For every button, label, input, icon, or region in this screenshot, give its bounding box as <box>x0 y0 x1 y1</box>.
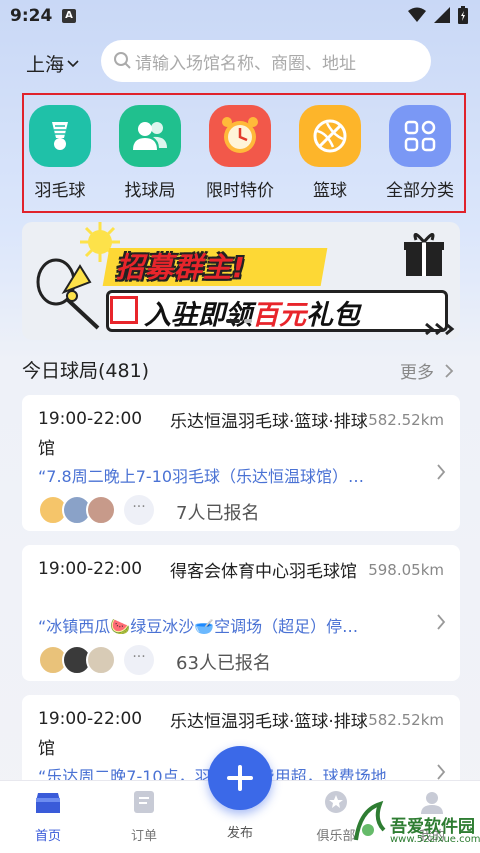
category-grid: 羽毛球 找球局 限时特价 篮球 全部分类 <box>22 93 466 213</box>
search-icon <box>114 52 131 69</box>
category-label: 找球局 <box>124 181 176 201</box>
category-badminton[interactable]: 羽毛球 <box>20 105 100 201</box>
signal-icon <box>434 7 450 23</box>
order-icon <box>134 791 154 813</box>
signup-count: 7人已报名 <box>176 503 260 524</box>
chevron-right-icon <box>445 363 454 378</box>
publish-button[interactable] <box>208 746 272 810</box>
publish-label: 发布 <box>226 826 253 841</box>
wifi-icon <box>408 7 426 22</box>
chevron-right-icon <box>437 764 446 780</box>
category-label: 限时特价 <box>206 181 274 201</box>
banner-text-a: 入驻即领 <box>144 300 252 331</box>
watermark: 吾爱软件园 www.52zixue.com <box>350 800 480 850</box>
watermark-url: www.52zixue.com <box>390 834 480 845</box>
more-label: 更多 <box>400 363 434 383</box>
signup-count: 63人已报名 <box>176 653 271 674</box>
battery-icon <box>458 6 468 24</box>
category-label: 羽毛球 <box>34 181 86 201</box>
section-header: 今日球局(481) 更多 <box>22 356 458 384</box>
game-venue: 乐达恒温羽毛球·篮球·排球馆 <box>38 712 368 759</box>
search-placeholder: 请输入场馆名称、商圈、地址 <box>135 53 356 74</box>
game-venue: 乐达恒温羽毛球·篮球·排球馆 <box>38 412 368 459</box>
basketball-icon <box>299 105 361 167</box>
tab-home[interactable]: 首页 <box>18 789 78 844</box>
category-label: 篮球 <box>313 181 347 201</box>
chevron-right-icon <box>437 614 446 630</box>
notification-icon: A <box>62 9 76 23</box>
category-all[interactable]: 全部分类 <box>380 105 460 201</box>
home-icon <box>36 793 60 813</box>
promo-banner[interactable]: 招募群主! 入驻即领百元礼包 <box>22 222 460 340</box>
search-input[interactable]: 请输入场馆名称、商圈、地址 <box>101 40 431 82</box>
badminton-racket-icon <box>36 258 100 330</box>
badminton-icon <box>29 105 91 167</box>
chevron-down-icon <box>67 59 79 67</box>
club-icon <box>325 791 347 813</box>
city-label: 上海 <box>26 54 65 76</box>
chevron-right-icon <box>437 464 446 480</box>
alarm-clock-icon <box>209 105 271 167</box>
game-distance: 582.52km <box>368 411 444 429</box>
gift-icon <box>404 233 444 276</box>
people-icon <box>119 105 181 167</box>
avatar <box>86 495 116 525</box>
status-time: 9:24 <box>10 6 53 26</box>
game-description: “7.8周二晚上7-10羽毛球（乐达恒温球馆）… <box>38 467 365 486</box>
participant-avatars: ··· <box>38 495 154 525</box>
grid-icon <box>389 105 451 167</box>
tab-label: 首页 <box>34 829 61 844</box>
category-basketball[interactable]: 篮球 <box>290 105 370 201</box>
game-card[interactable]: 19:00-22:00 乐达恒温羽毛球·篮球·排球馆 582.52km “7.8… <box>22 395 460 531</box>
watermark-logo-icon <box>354 800 386 841</box>
category-find-game[interactable]: 找球局 <box>110 105 190 201</box>
banner-title: 招募群主! <box>116 251 246 284</box>
banner-text-c: 礼包 <box>306 300 360 331</box>
avatar-more: ··· <box>124 645 154 675</box>
plus-icon <box>227 765 253 791</box>
game-description: “冰镇西瓜🍉绿豆冰沙🥣空调场（超足）停… <box>38 617 359 636</box>
banner-subtitle: 入驻即领百元礼包 <box>144 293 360 332</box>
game-distance: 582.52km <box>368 711 444 729</box>
banner-text-b: 百元 <box>252 300 306 331</box>
top-bar: 上海 请输入场馆名称、商圈、地址 <box>0 38 480 84</box>
banner-pager <box>226 319 252 323</box>
banner-content: 招募群主! 入驻即领百元礼包 <box>102 246 448 332</box>
category-flash-sale[interactable]: 限时特价 <box>200 105 280 201</box>
more-link[interactable]: 更多 <box>400 358 454 383</box>
avatar <box>86 645 116 675</box>
tab-label: 订单 <box>130 829 157 844</box>
category-label: 全部分类 <box>386 181 454 201</box>
game-distance: 598.05km <box>368 561 444 579</box>
city-selector[interactable]: 上海 <box>26 50 80 77</box>
avatar-more: ··· <box>124 495 154 525</box>
checkbox-icon <box>110 296 138 324</box>
participant-avatars: ··· <box>38 645 154 675</box>
section-title: 今日球局(481) <box>22 360 150 382</box>
game-card[interactable]: 19:00-22:00 得客会体育中心羽毛球馆 598.05km “冰镇西瓜🍉绿… <box>22 545 460 681</box>
tab-orders[interactable]: 订单 <box>114 789 174 844</box>
status-bar: 9:24 A <box>0 0 480 34</box>
arrows-icon <box>425 322 455 336</box>
game-venue: 得客会体育中心羽毛球馆 <box>170 562 357 582</box>
status-icons <box>408 6 468 24</box>
